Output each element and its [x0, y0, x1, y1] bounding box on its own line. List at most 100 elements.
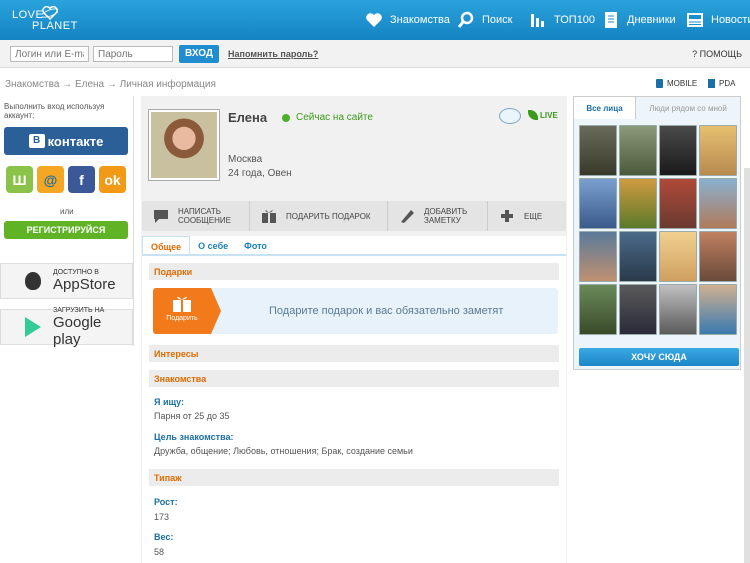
nav-diaries[interactable]: Дневники	[601, 9, 676, 31]
weight-label: Вес:	[154, 532, 174, 542]
section-gifts: Подарки	[149, 263, 559, 280]
pda-version-link[interactable]: PDA	[708, 79, 735, 88]
give-gift-button[interactable]: ПОДАРИТЬ ПОДАРОК	[250, 201, 388, 231]
looking-for-value: Парня от 25 до 35	[154, 411, 230, 421]
gift-promo-text: Подарите подарок и вас обязательно замет…	[269, 305, 504, 317]
section-dating: Знакомства	[149, 370, 559, 387]
logo-heart-icon	[42, 6, 58, 20]
gift-icon	[262, 210, 276, 223]
tab-photos[interactable]: Фото	[236, 236, 275, 254]
face-thumbnail[interactable]	[579, 231, 617, 282]
appstore-button[interactable]: ДОСТУПНО В AppStore	[0, 263, 133, 299]
remind-password-link[interactable]: Напомнить пароль?	[228, 49, 318, 59]
breadcrumb: Знакомства → Елена → Личная информация	[5, 79, 216, 90]
face-thumbnail[interactable]	[619, 125, 657, 176]
odnoklassniki-alt-login-icon[interactable]: Ш	[6, 166, 33, 193]
diary-icon	[601, 10, 621, 30]
heart-icon	[364, 10, 384, 30]
pda-label: PDA	[719, 79, 736, 88]
add-note-label: ДОБАВИТЬ ЗАМЕТКУ	[424, 207, 468, 225]
add-note-button[interactable]: ДОБАВИТЬ ЗАМЕТКУ	[388, 201, 488, 231]
looking-for-label: Я ищу:	[154, 397, 184, 407]
face-thumbnail[interactable]	[659, 231, 697, 282]
vk-label: контакте	[47, 133, 104, 149]
online-status: Сейчас на сайте	[282, 112, 373, 123]
vk-login-button[interactable]: B контакте	[4, 127, 128, 155]
height-value: 173	[154, 512, 170, 522]
nav-news[interactable]: Новости	[685, 9, 750, 31]
section-interests: Интересы	[149, 345, 559, 362]
face-thumbnail[interactable]	[659, 125, 697, 176]
face-thumbnail[interactable]	[699, 125, 737, 176]
face-thumbnail[interactable]	[619, 178, 657, 229]
facebook-login-icon[interactable]: f	[68, 166, 95, 193]
more-button[interactable]: ЕЩЕ	[488, 201, 566, 231]
top-bar: LOVE PLANET Знакомства Поиск ТОП100 Днев…	[0, 0, 750, 40]
pda-icon	[708, 79, 715, 88]
face-thumbnail[interactable]	[619, 284, 657, 335]
nav-search-label: Поиск	[482, 14, 513, 26]
write-message-label: НАПИСАТЬ СООБЩЕНИЕ	[178, 207, 231, 225]
tab-people-nearby[interactable]: Люди рядом со мной	[636, 97, 740, 119]
scrollbar[interactable]	[744, 168, 750, 563]
tab-general[interactable]: Общее	[142, 236, 191, 254]
nav-search[interactable]: Поиск	[456, 9, 512, 31]
nav-dating[interactable]: Знакомства	[364, 9, 450, 31]
mobile-label: MOBILE	[667, 79, 698, 88]
face-thumbnail[interactable]	[579, 125, 617, 176]
nav-top100[interactable]: ТОП100	[528, 9, 595, 31]
google-play-button[interactable]: ЗАГРУЗИТЬ НА Google play	[0, 307, 133, 348]
news-icon	[685, 10, 705, 30]
tab-all-faces[interactable]: Все лица	[574, 97, 636, 119]
height-label: Рост:	[154, 497, 178, 507]
social-login-caption: Выполнить вход используя аккаунт:	[4, 102, 105, 120]
message-icon	[154, 210, 168, 223]
tab-about[interactable]: О себе	[190, 236, 236, 254]
login-button[interactable]: ВХОД	[179, 45, 219, 63]
search-icon	[456, 10, 476, 30]
phone-icon	[656, 79, 663, 88]
want-here-button[interactable]: ХОЧУ СЮДА	[579, 348, 739, 366]
face-thumbnail[interactable]	[659, 284, 697, 335]
face-thumbnail[interactable]	[619, 231, 657, 282]
profile-actions: НАПИСАТЬ СООБЩЕНИЕ ПОДАРИТЬ ПОДАРОК ДОБА…	[142, 201, 566, 231]
mailru-login-icon[interactable]: @	[37, 166, 64, 193]
vk-icon: B	[28, 134, 45, 148]
live-badge[interactable]: LIVE	[528, 110, 558, 120]
nav-top100-label: ТОП100	[554, 14, 596, 26]
give-gift-promo-button[interactable]: Подарить	[153, 288, 211, 334]
gift-promo-arrow	[211, 288, 221, 334]
face-thumbnail[interactable]	[699, 231, 737, 282]
appstore-caption: ДОСТУПНО В	[53, 269, 99, 276]
profile-content: Подарки Подарить Подарите подарок и вас …	[142, 256, 566, 563]
face-thumbnail[interactable]	[699, 178, 737, 229]
google-play-icon	[25, 317, 41, 337]
google-play-name: Google play	[53, 313, 102, 348]
login-input[interactable]	[10, 46, 89, 62]
online-dot-icon	[282, 113, 290, 122]
profile-city: Москва	[228, 154, 263, 165]
give-gift-label: ПОДАРИТЬ ПОДАРОК	[286, 211, 371, 221]
help-link[interactable]: ? ПОМОЩЬ	[692, 49, 742, 59]
appstore-name: AppStore	[53, 276, 116, 293]
faces-tabs: Все лица Люди рядом со мной	[574, 97, 740, 119]
face-thumbnail[interactable]	[579, 178, 617, 229]
profile-photo[interactable]	[148, 109, 220, 181]
weight-value: 58	[154, 547, 165, 557]
face-thumbnail[interactable]	[579, 284, 617, 335]
register-button[interactable]: РЕГИСТРИРУЙСЯ	[4, 221, 128, 239]
dating-goal-label: Цель знакомства:	[154, 432, 234, 442]
dating-goal-value: Дружба, общение; Любовь, отношения; Брак…	[154, 446, 413, 456]
face-thumbnail[interactable]	[699, 284, 737, 335]
gift-promo[interactable]: Подарить Подарите подарок и вас обязател…	[153, 288, 558, 334]
face-thumbnail[interactable]	[659, 178, 697, 229]
logo[interactable]: LOVE PLANET	[12, 4, 78, 36]
write-message-button[interactable]: НАПИСАТЬ СООБЩЕНИЕ	[142, 201, 250, 231]
mobile-version-link[interactable]: MOBILE	[656, 79, 697, 88]
logo-text-bottom: PLANET	[32, 20, 78, 32]
odnoklassniki-login-icon[interactable]: ok	[99, 166, 126, 193]
bar-chart-icon	[528, 10, 548, 30]
zodiac-badge-icon	[499, 108, 521, 124]
password-input[interactable]	[93, 46, 173, 62]
nav-diaries-label: Дневники	[627, 14, 676, 26]
